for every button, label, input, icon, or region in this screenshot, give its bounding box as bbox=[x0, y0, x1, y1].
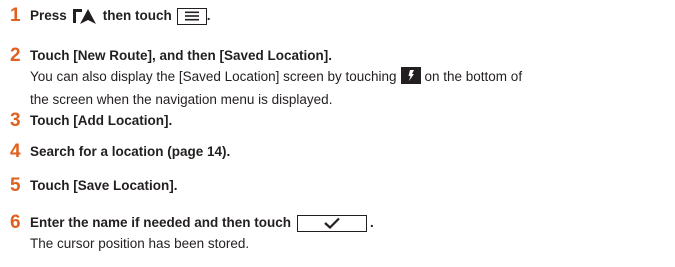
step-instruction: Touch [New Route], and then [Saved Locat… bbox=[30, 48, 333, 63]
step-number: 6 bbox=[10, 212, 21, 233]
step-instruction: Press then touch . bbox=[30, 5, 211, 27]
step-instruction: Enter the name if needed and then touch … bbox=[30, 212, 374, 234]
step-instruction: Touch [Add Location]. bbox=[30, 113, 173, 128]
step-description: You can also display the [Saved Location… bbox=[30, 67, 670, 110]
navigation-arrow-icon bbox=[72, 7, 98, 25]
step-description: The cursor position has been stored. bbox=[30, 236, 250, 251]
step-text-mid: then touch bbox=[102, 8, 172, 23]
step-text-before: Enter the name if needed and then touch bbox=[30, 215, 292, 230]
step-number: 3 bbox=[10, 110, 21, 131]
checkmark-icon bbox=[297, 214, 368, 232]
step-text-after: . bbox=[370, 215, 374, 230]
desc-text-line2: the screen when the navigation menu is d… bbox=[30, 92, 333, 107]
menu-list-icon bbox=[176, 7, 207, 25]
step-number: 2 bbox=[10, 45, 21, 66]
step-instruction: Search for a location (page 14). bbox=[30, 144, 231, 159]
step-number: 5 bbox=[10, 175, 21, 196]
desc-text-after: on the bottom of bbox=[424, 69, 523, 84]
step-number: 1 bbox=[10, 5, 21, 26]
step-text-before: Press bbox=[30, 8, 67, 23]
saved-location-icon bbox=[400, 67, 421, 90]
step-instruction: Touch [Save Location]. bbox=[30, 178, 178, 193]
step-number: 4 bbox=[10, 141, 21, 162]
step-text-after: . bbox=[206, 8, 211, 23]
desc-text-before: You can also display the [Saved Location… bbox=[30, 69, 397, 84]
